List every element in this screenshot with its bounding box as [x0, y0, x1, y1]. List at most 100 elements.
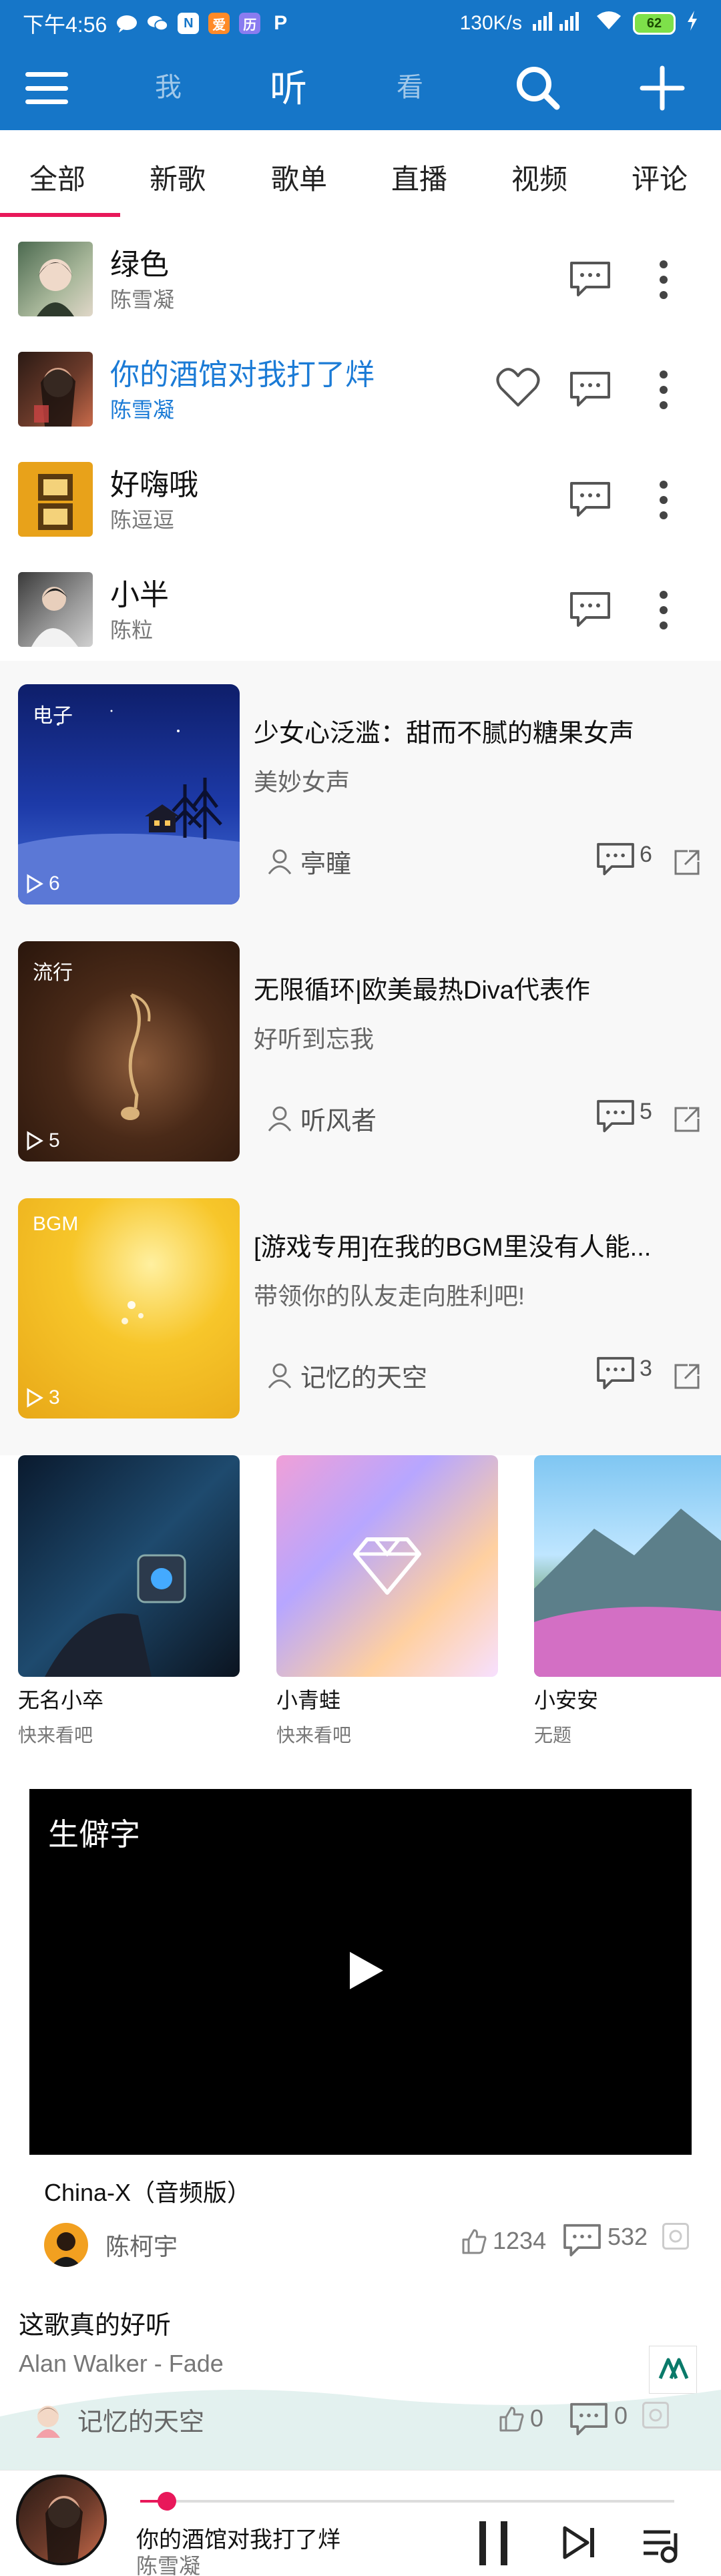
tab-video[interactable]: 视频 [511, 157, 567, 198]
share-icon[interactable] [673, 848, 701, 876]
player-cover[interactable] [16, 2475, 107, 2565]
thumbs-up-icon [499, 2406, 524, 2432]
video-player[interactable]: 生僻字 [29, 1789, 692, 2155]
comment-icon [597, 1356, 634, 1390]
clock-icon[interactable] [662, 2223, 690, 2250]
share-icon[interactable] [673, 1105, 701, 1133]
card-name: 无名小卒 [18, 1688, 104, 1712]
playlist-comments[interactable]: 5 [595, 1099, 652, 1133]
signal-icon [533, 11, 585, 36]
more-icon[interactable] [656, 369, 672, 411]
clock-icon[interactable] [642, 2402, 670, 2428]
play-count: 3 [26, 1386, 60, 1409]
playlist-cover[interactable]: BGM 3 [18, 1198, 240, 1419]
comment-user[interactable]: 记忆的天空 [29, 2400, 204, 2438]
heart-icon[interactable] [495, 366, 541, 408]
song-title: 小半 [110, 579, 169, 611]
active-tab-indicator [0, 213, 120, 217]
tab-new-songs[interactable]: 新歌 [150, 157, 206, 198]
comment-button[interactable]: 0 [569, 2402, 670, 2436]
chat-icon [116, 13, 138, 34]
comment-count: 0 [614, 2402, 628, 2429]
card-sub: 快来看吧 [276, 1725, 352, 1746]
song-item[interactable]: 绿色 陈雪凝 [0, 220, 721, 330]
playlist-card[interactable]: 流行 5 无限循环|欧美最热Diva代表作 好听到忘我 听风者 5 [0, 941, 721, 1162]
tab-all[interactable]: 全部 [29, 157, 85, 198]
song-cover [18, 242, 93, 316]
playlist-user[interactable]: 记忆的天空 [267, 1357, 427, 1394]
post-title[interactable]: China-X（音频版） [44, 2173, 251, 2208]
featured-card[interactable]: 无名小卒 快来看吧 [18, 1455, 240, 1748]
playlist-desc: 美妙女声 [254, 768, 350, 796]
n-app-icon: N [178, 13, 200, 34]
card-name: 小青蛙 [276, 1688, 341, 1712]
search-icon[interactable] [511, 61, 565, 115]
comment-icon[interactable] [569, 260, 612, 298]
playlist-user[interactable]: 听风者 [267, 1100, 377, 1137]
card-image [18, 1455, 240, 1677]
playlist-queue-icon[interactable] [641, 2524, 684, 2564]
share-icon[interactable] [673, 1362, 701, 1390]
post-user-name: 陈柯宇 [105, 2233, 178, 2260]
status-bar: 下午4:56 N 爱 历 P 130K/s 62 [0, 0, 721, 47]
tab-watch[interactable]: 看 [397, 65, 423, 104]
playlist-comments[interactable]: 6 [595, 842, 652, 876]
playlist-cover[interactable]: 流行 5 [18, 941, 240, 1162]
mini-player: 你的酒馆对我打了烊 陈雪凝 [0, 2470, 721, 2576]
play-count-value: 3 [49, 1386, 60, 1408]
menu-icon[interactable] [25, 68, 68, 108]
song-list: 绿色 陈雪凝 你的酒馆对我打了烊 陈雪凝 好嗨哦 陈逗逗 小半 陈粒 [0, 220, 721, 661]
comment-icon [563, 2224, 601, 2257]
comment-icon[interactable] [569, 481, 612, 518]
comment-text[interactable]: 这歌真的好听 [19, 2304, 171, 2341]
playlist-tag: 流行 [33, 962, 73, 984]
next-icon[interactable] [561, 2524, 598, 2561]
comment-song[interactable]: Alan Walker - Fade [19, 2350, 224, 2378]
charging-icon [686, 11, 698, 36]
tab-me[interactable]: 我 [155, 65, 182, 104]
comment-button[interactable]: 532 [562, 2223, 690, 2258]
pause-icon[interactable] [475, 2520, 511, 2567]
wechat-icon [147, 13, 169, 34]
playlist-desc: 好听到忘我 [254, 1025, 375, 1053]
more-icon[interactable] [656, 589, 672, 631]
card-image [276, 1455, 498, 1677]
more-icon[interactable] [656, 259, 672, 300]
playlist-user-name: 记忆的天空 [300, 1364, 428, 1392]
play-count-value: 6 [49, 872, 60, 894]
tab-live[interactable]: 直播 [391, 157, 447, 198]
add-icon[interactable] [636, 61, 689, 115]
status-time: 下午4:56 [23, 13, 107, 37]
song-item[interactable]: 好嗨哦 陈逗逗 [0, 441, 721, 551]
featured-card[interactable]: 小青蛙 快来看吧 [276, 1455, 498, 1748]
user-icon [268, 1106, 292, 1131]
like-button[interactable]: 0 [498, 2404, 543, 2432]
featured-card[interactable]: 小安安 无题 [534, 1455, 721, 1748]
toolbar: 我 听 看 [0, 53, 721, 127]
song-artist: 陈粒 [110, 618, 154, 642]
playlist-user[interactable]: 亭瞳 [267, 843, 351, 880]
tab-playlists[interactable]: 歌单 [271, 157, 327, 198]
song-item[interactable]: 小半 陈粒 [0, 551, 721, 661]
playlist-card[interactable]: 电子 6 少女心泛滥：甜而不腻的糖果女声 美妙女声 亭瞳 6 [0, 684, 721, 905]
playlist-cover[interactable]: 电子 6 [18, 684, 240, 905]
play-icon [27, 1131, 43, 1151]
comment-icon[interactable] [569, 370, 612, 408]
playlist-card[interactable]: BGM 3 [游戏专用]在我的BGM里没有人能... 带领你的队友走向胜利吧! … [0, 1198, 721, 1419]
play-icon[interactable] [346, 1949, 386, 1992]
progress-handle[interactable] [158, 2492, 176, 2511]
song-item-playing[interactable]: 你的酒馆对我打了烊 陈雪凝 [0, 330, 721, 441]
tab-comments[interactable]: 评论 [632, 157, 688, 198]
post-user[interactable]: 陈柯宇 [44, 2223, 178, 2267]
comment-icon[interactable] [569, 591, 612, 628]
like-button[interactable]: 1234 [461, 2227, 546, 2255]
progress-bar[interactable] [140, 2492, 674, 2511]
avatar [44, 2223, 88, 2267]
comment-count: 3 [640, 1356, 652, 1381]
song-cover [18, 462, 93, 537]
wifi-icon [595, 11, 622, 36]
more-icon[interactable] [656, 479, 672, 521]
tab-listen[interactable]: 听 [270, 59, 307, 113]
playlist-comments[interactable]: 3 [595, 1356, 652, 1390]
play-icon [27, 874, 43, 894]
